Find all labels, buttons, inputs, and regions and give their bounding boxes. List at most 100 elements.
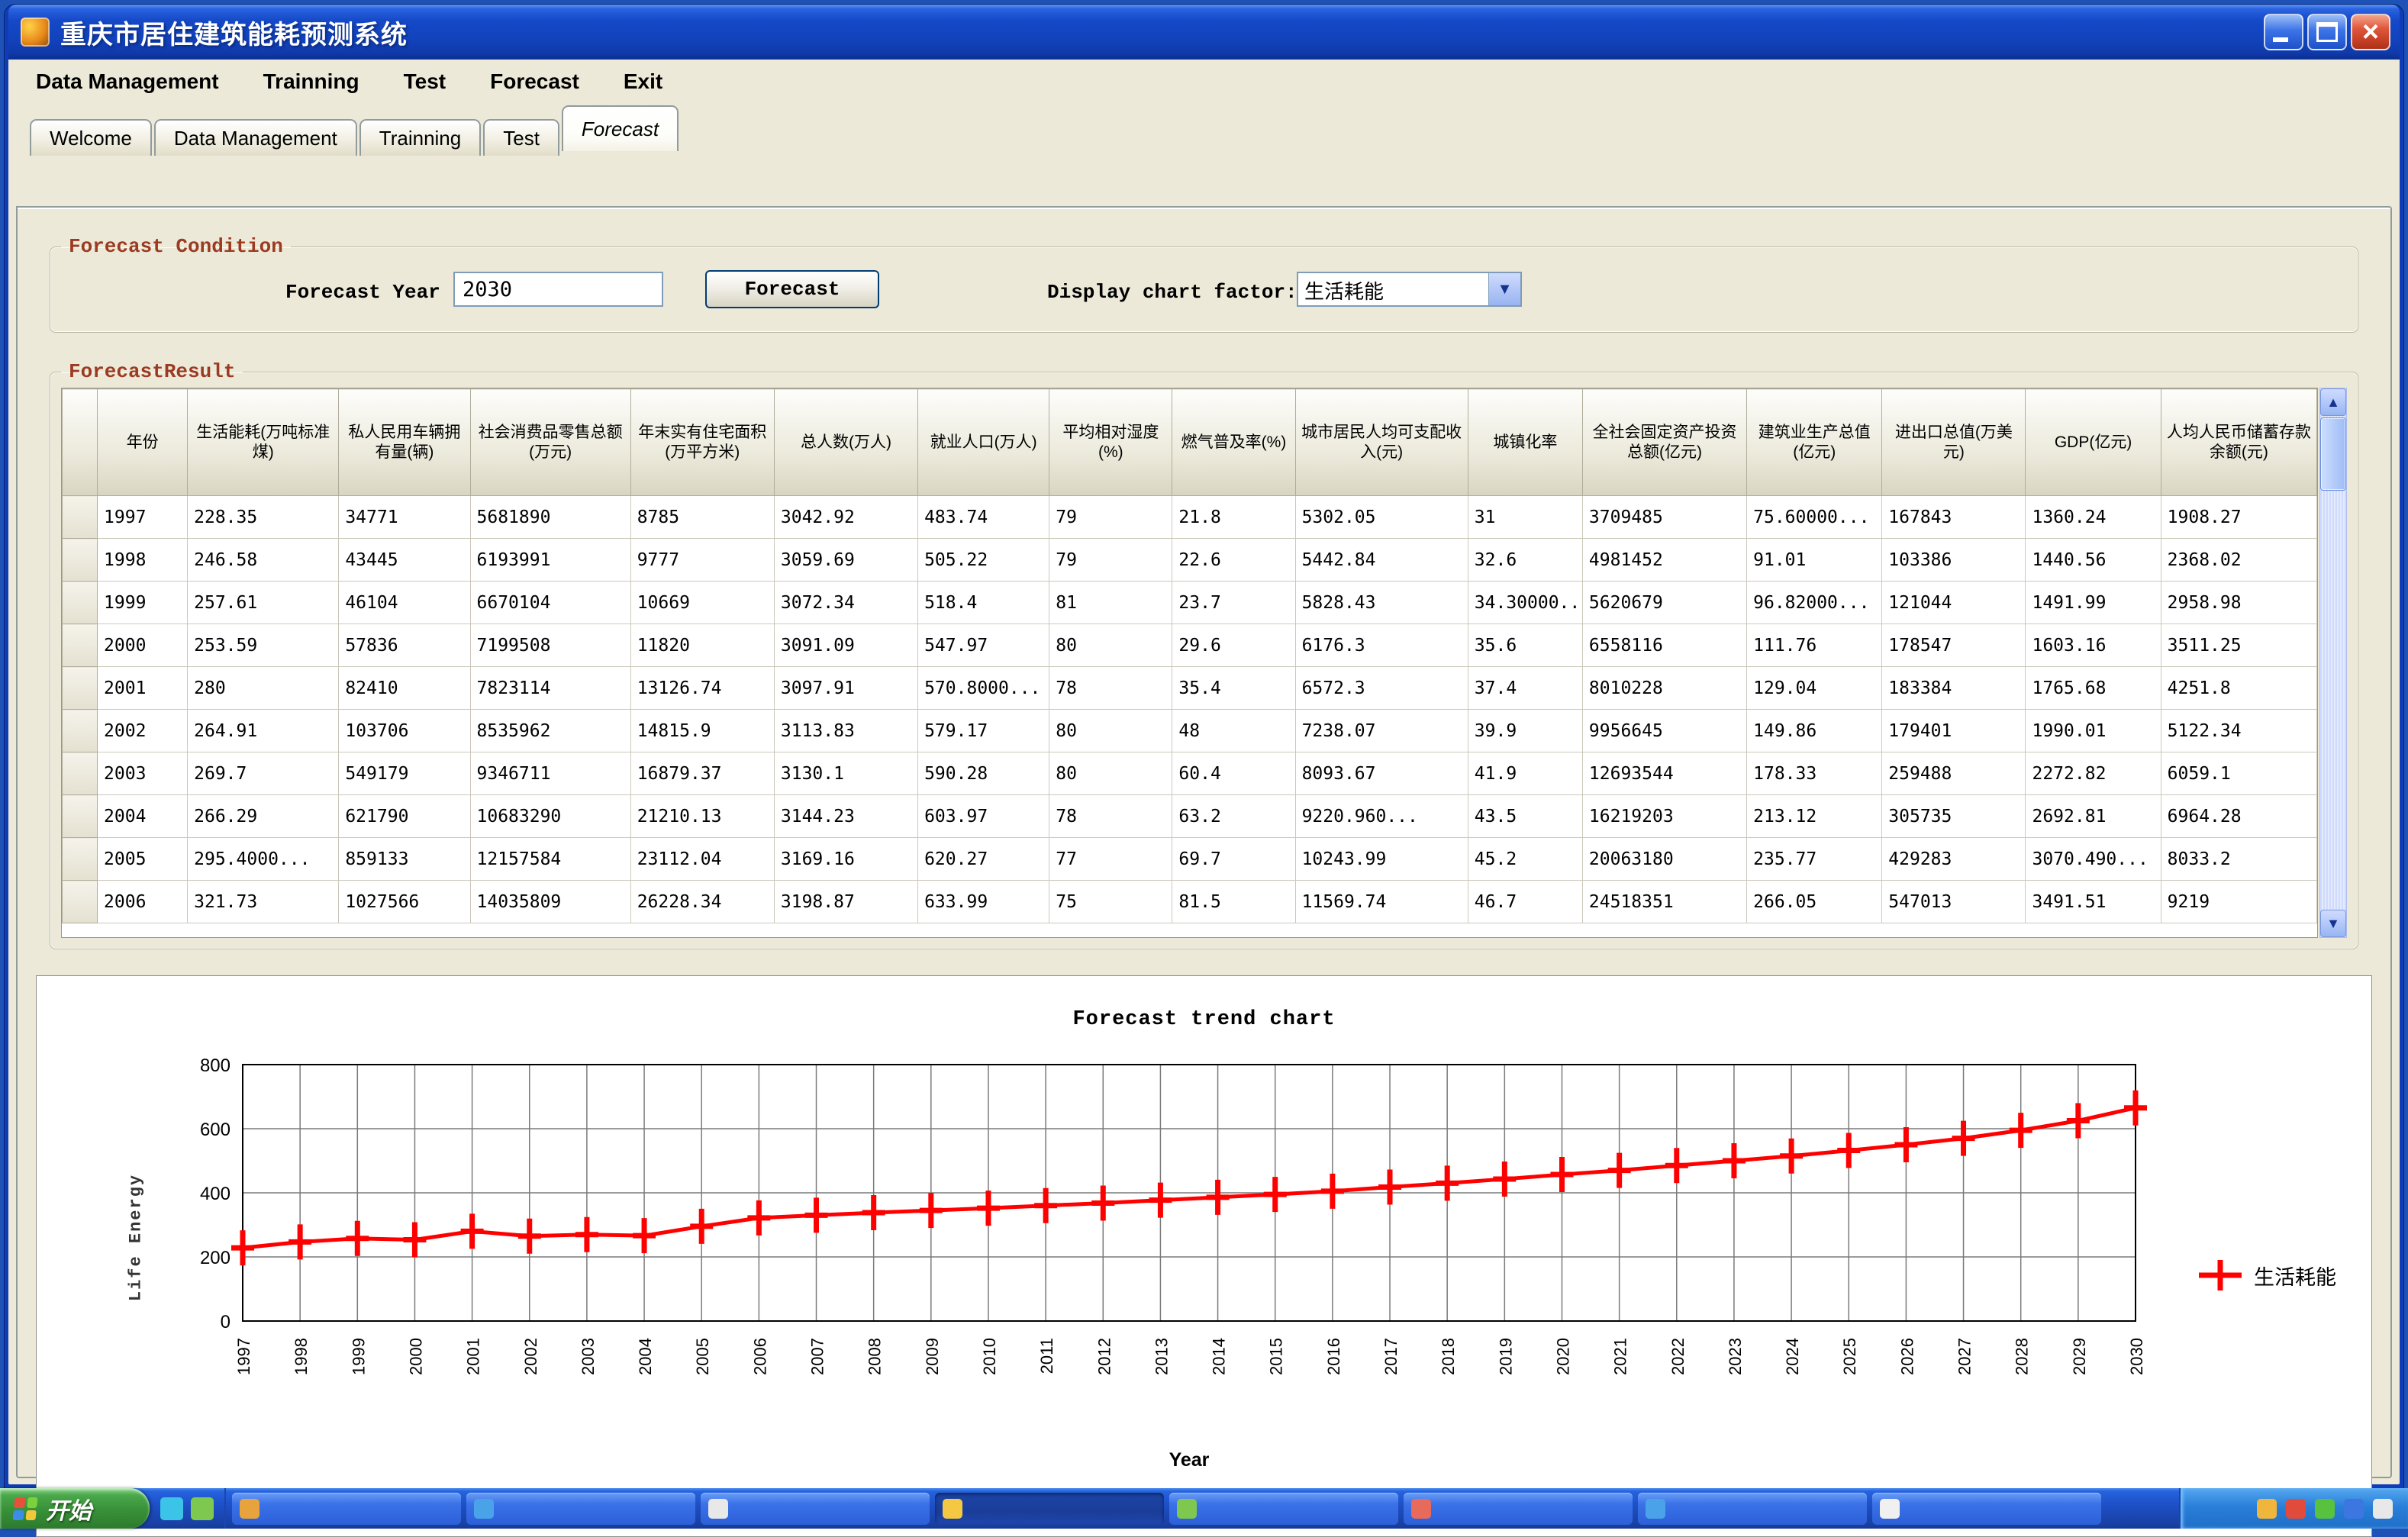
grid-cell[interactable]: 7823114: [470, 667, 630, 710]
grid-cell[interactable]: 7238.07: [1295, 710, 1468, 752]
grid-cell[interactable]: 3511.25: [2161, 624, 2316, 667]
row-header-cell[interactable]: [63, 752, 98, 795]
grid-cell[interactable]: 79: [1049, 539, 1172, 582]
grid-cell[interactable]: 3709485: [1582, 496, 1746, 539]
grid-cell[interactable]: 75.60000...: [1747, 496, 1882, 539]
column-header-[interactable]: 年份: [98, 389, 188, 496]
grid-cell[interactable]: 77: [1049, 838, 1172, 881]
grid-cell[interactable]: 57836: [339, 624, 470, 667]
grid-cell[interactable]: 21.8: [1172, 496, 1295, 539]
grid-cell[interactable]: 6558116: [1582, 624, 1746, 667]
row-header-cell[interactable]: [63, 539, 98, 582]
grid-cell[interactable]: 8093.67: [1295, 752, 1468, 795]
grid-cell[interactable]: 570.8000...: [918, 667, 1049, 710]
grid-cell[interactable]: 6964.28: [2161, 795, 2316, 838]
grid-cell[interactable]: 9220.960...: [1295, 795, 1468, 838]
grid-cell[interactable]: 26228.34: [630, 881, 774, 923]
grid-cell[interactable]: 16879.37: [630, 752, 774, 795]
grid-cell[interactable]: 32.6: [1468, 539, 1582, 582]
taskbar-task-button[interactable]: [1638, 1493, 1867, 1525]
row-header-cell[interactable]: [63, 624, 98, 667]
grid-cell[interactable]: 82410: [339, 667, 470, 710]
grid-cell[interactable]: 5122.34: [2161, 710, 2316, 752]
grid-cell[interactable]: 547.97: [918, 624, 1049, 667]
grid-cell[interactable]: 518.4: [918, 582, 1049, 624]
column-header-[interactable]: 生活能耗(万吨标准煤): [188, 389, 339, 496]
column-header-[interactable]: 进出口总值(万美元): [1882, 389, 2026, 496]
table-scrollbar[interactable]: ▲ ▼: [2319, 388, 2347, 938]
grid-cell[interactable]: 266.29: [188, 795, 339, 838]
column-header-[interactable]: 人均人民币储蓄存款余额(元): [2161, 389, 2316, 496]
tray-icon[interactable]: [2286, 1499, 2306, 1519]
taskbar-task-button[interactable]: [935, 1493, 1164, 1525]
grid-cell[interactable]: 3059.69: [774, 539, 917, 582]
grid-cell[interactable]: 34.30000...: [1468, 582, 1582, 624]
grid-cell[interactable]: 81: [1049, 582, 1172, 624]
column-header-[interactable]: 平均相对湿度(%): [1049, 389, 1172, 496]
row-header-cell[interactable]: [63, 838, 98, 881]
grid-cell[interactable]: 39.9: [1468, 710, 1582, 752]
grid-cell[interactable]: 46.7: [1468, 881, 1582, 923]
grid-cell[interactable]: 266.05: [1747, 881, 1882, 923]
grid-cell[interactable]: 14035809: [470, 881, 630, 923]
grid-cell[interactable]: 3070.490...: [2026, 838, 2161, 881]
grid-cell[interactable]: 34771: [339, 496, 470, 539]
grid-cell[interactable]: 43.5: [1468, 795, 1582, 838]
grid-cell[interactable]: 78: [1049, 795, 1172, 838]
grid-cell[interactable]: 5442.84: [1295, 539, 1468, 582]
grid-cell[interactable]: 35.4: [1172, 667, 1295, 710]
grid-cell[interactable]: 6059.1: [2161, 752, 2316, 795]
grid-cell[interactable]: 321.73: [188, 881, 339, 923]
grid-cell[interactable]: 483.74: [918, 496, 1049, 539]
grid-cell[interactable]: 3042.92: [774, 496, 917, 539]
grid-cell[interactable]: 505.22: [918, 539, 1049, 582]
grid-cell[interactable]: 37.4: [1468, 667, 1582, 710]
column-header-[interactable]: 私人民用车辆拥有量(辆): [339, 389, 470, 496]
grid-cell[interactable]: 8033.2: [2161, 838, 2316, 881]
grid-cell[interactable]: 9956645: [1582, 710, 1746, 752]
grid-cell[interactable]: 621790: [339, 795, 470, 838]
grid-cell[interactable]: 2958.98: [2161, 582, 2316, 624]
taskbar-task-button[interactable]: [232, 1493, 461, 1525]
column-header-[interactable]: 建筑业生产总值(亿元): [1747, 389, 1882, 496]
grid-cell[interactable]: 80: [1049, 752, 1172, 795]
grid-cell[interactable]: 1603.16: [2026, 624, 2161, 667]
close-button[interactable]: ×: [2351, 14, 2390, 50]
grid-cell[interactable]: 111.76: [1747, 624, 1882, 667]
grid-cell[interactable]: 1997: [98, 496, 188, 539]
grid-cell[interactable]: 549179: [339, 752, 470, 795]
grid-cell[interactable]: 11820: [630, 624, 774, 667]
grid-cell[interactable]: 579.17: [918, 710, 1049, 752]
row-header-cell[interactable]: [63, 710, 98, 752]
grid-cell[interactable]: 91.01: [1747, 539, 1882, 582]
forecast-button[interactable]: Forecast: [705, 270, 879, 308]
forecast-year-input[interactable]: [453, 272, 663, 307]
grid-cell[interactable]: 3169.16: [774, 838, 917, 881]
grid-cell[interactable]: 1360.24: [2026, 496, 2161, 539]
grid-cell[interactable]: 178547: [1882, 624, 2026, 667]
grid-cell[interactable]: 590.28: [918, 752, 1049, 795]
grid-cell[interactable]: 3072.34: [774, 582, 917, 624]
grid-cell[interactable]: 1998: [98, 539, 188, 582]
grid-cell[interactable]: 14815.9: [630, 710, 774, 752]
row-header-cell[interactable]: [63, 881, 98, 923]
menu-item-trainning[interactable]: Trainning: [263, 69, 359, 94]
grid-cell[interactable]: 295.4000...: [188, 838, 339, 881]
start-button[interactable]: 开始: [0, 1488, 150, 1529]
grid-cell[interactable]: 3091.09: [774, 624, 917, 667]
grid-cell[interactable]: 43445: [339, 539, 470, 582]
grid-cell[interactable]: 633.99: [918, 881, 1049, 923]
scroll-down-button[interactable]: ▼: [2320, 910, 2346, 937]
grid-cell[interactable]: 3144.23: [774, 795, 917, 838]
grid-cell[interactable]: 547013: [1882, 881, 2026, 923]
minimize-button[interactable]: [2264, 14, 2303, 50]
grid-cell[interactable]: 10243.99: [1295, 838, 1468, 881]
grid-cell[interactable]: 35.6: [1468, 624, 1582, 667]
grid-cell[interactable]: 12693544: [1582, 752, 1746, 795]
grid-cell[interactable]: 429283: [1882, 838, 2026, 881]
column-header-[interactable]: 城市居民人均可支配收入(元): [1295, 389, 1468, 496]
grid-cell[interactable]: 6176.3: [1295, 624, 1468, 667]
column-header-[interactable]: 燃气普及率(%): [1172, 389, 1295, 496]
grid-cell[interactable]: 2002: [98, 710, 188, 752]
grid-cell[interactable]: 1990.01: [2026, 710, 2161, 752]
